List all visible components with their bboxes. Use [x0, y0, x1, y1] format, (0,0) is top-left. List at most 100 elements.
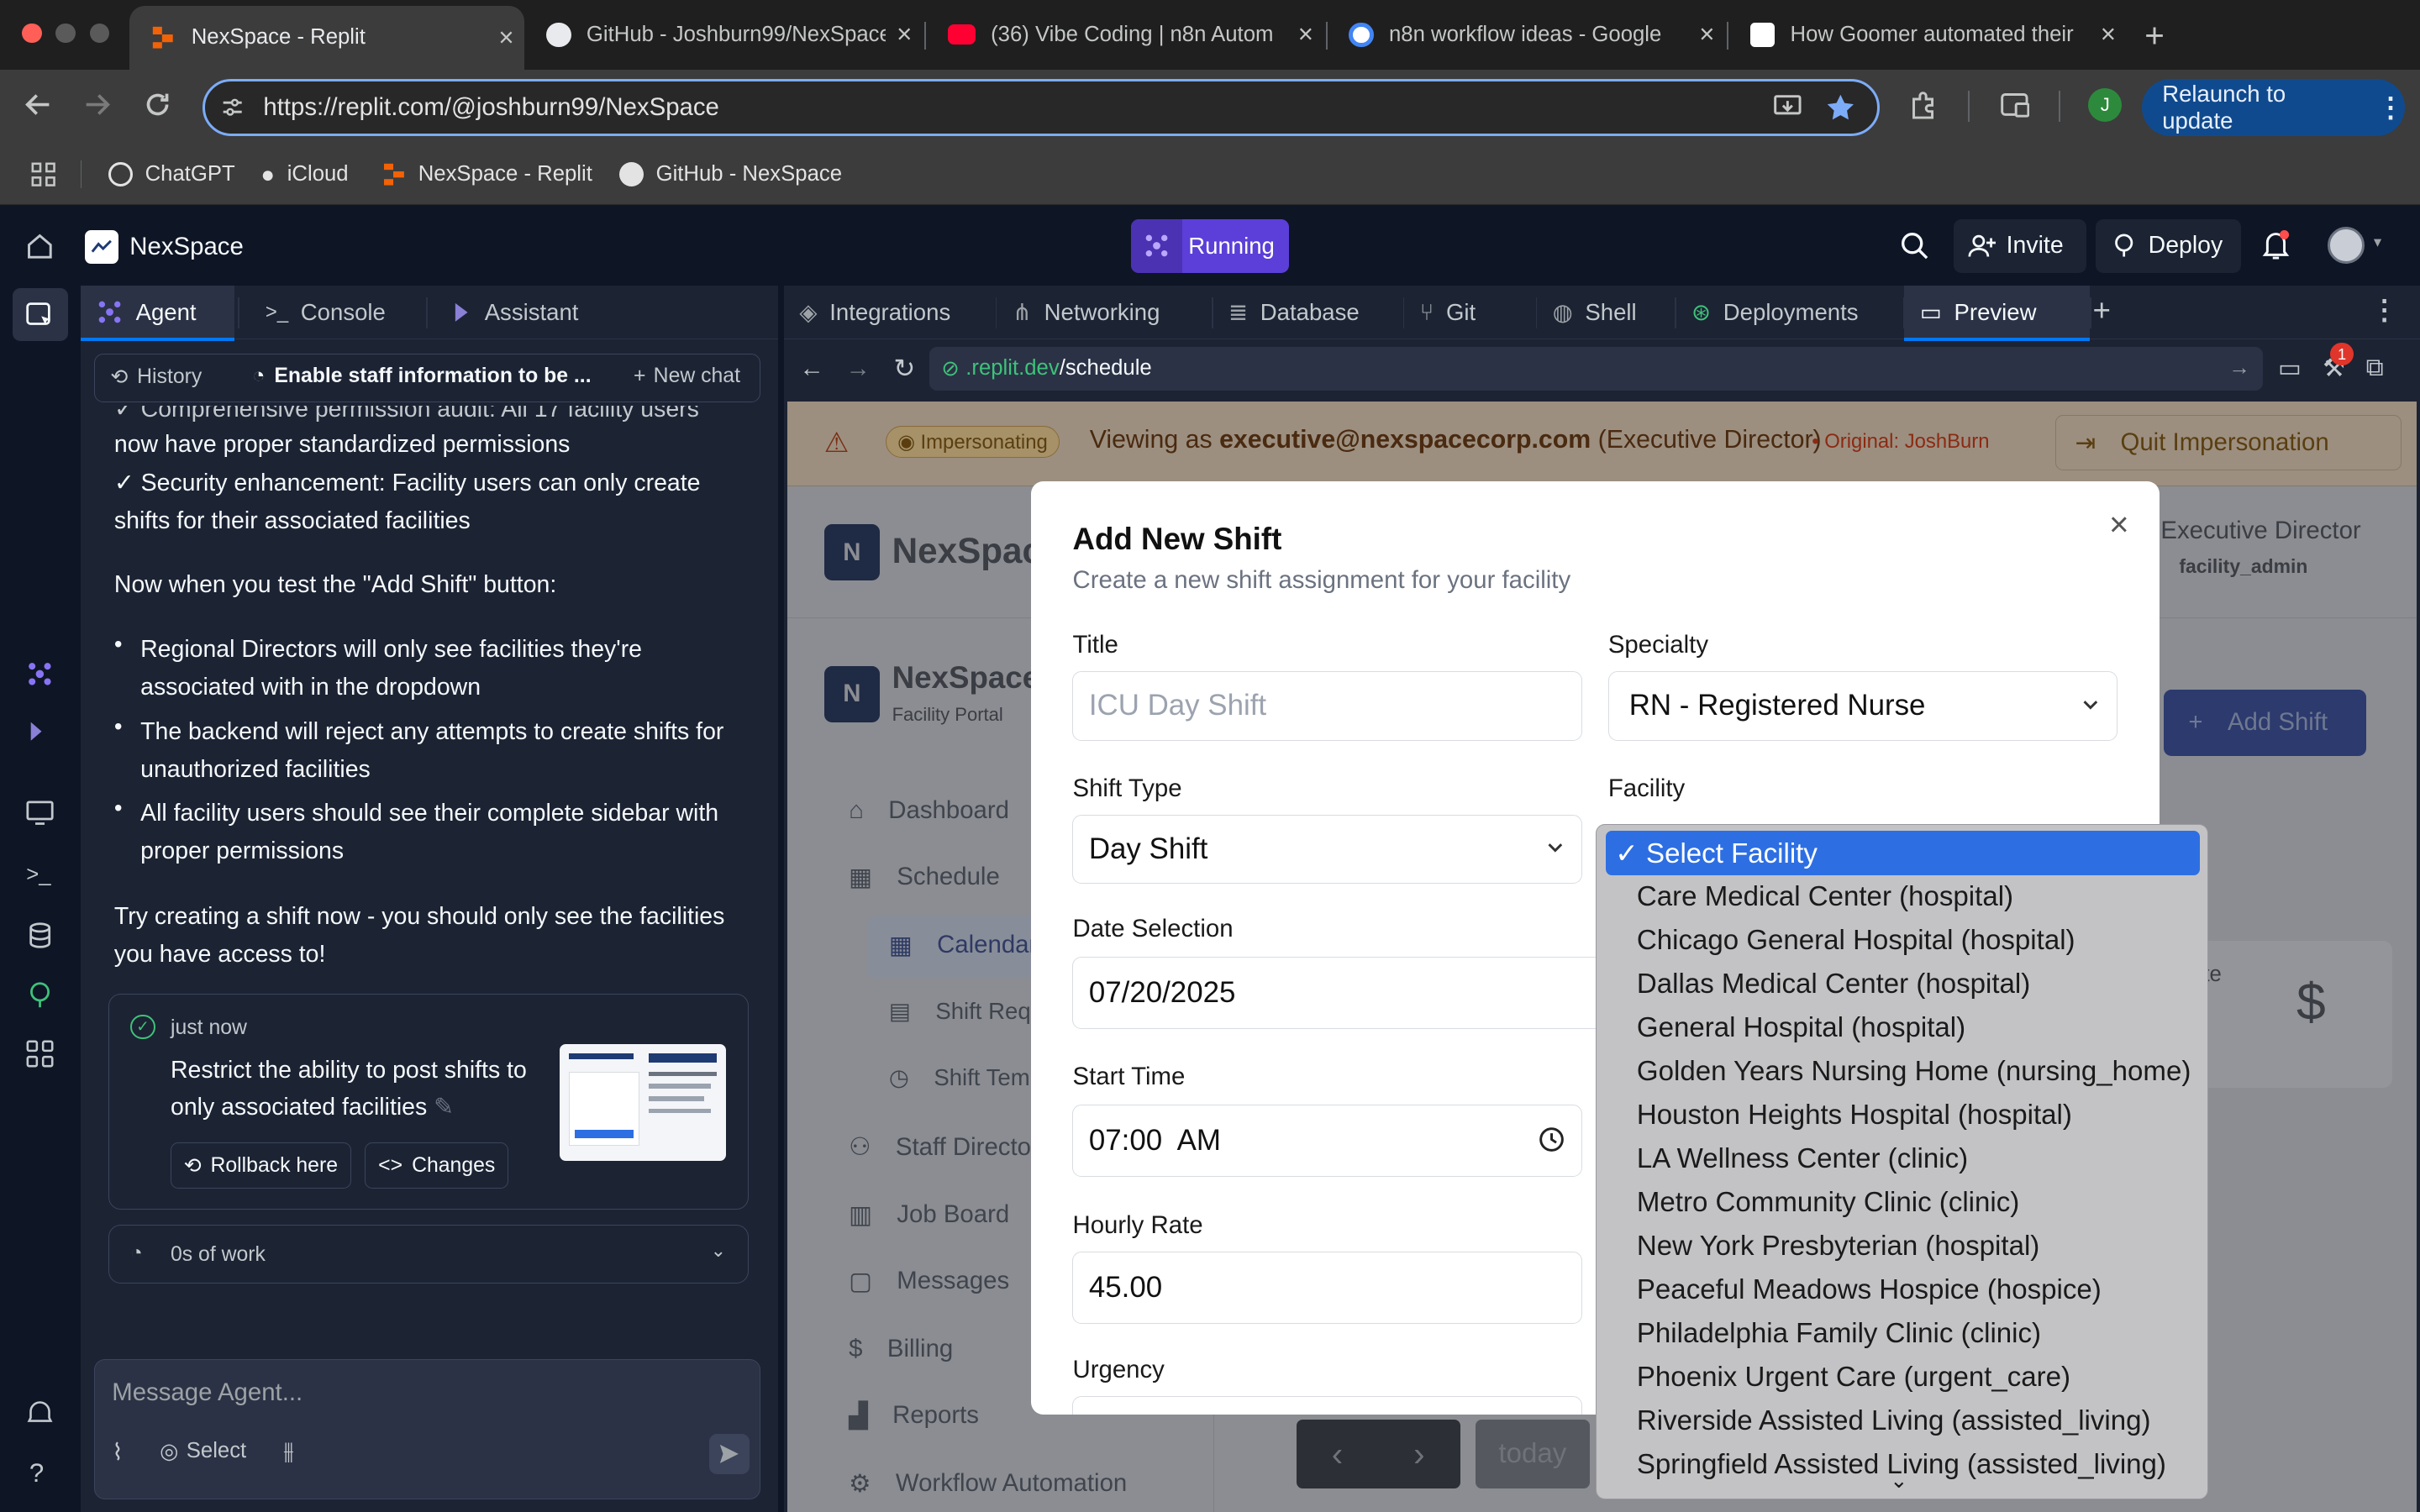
all-tools-grid-icon[interactable]	[26, 1040, 54, 1068]
database-icon[interactable]	[28, 921, 52, 949]
relaunch-button[interactable]: Relaunch to update ⋮	[2142, 78, 2405, 136]
bookmark-nexspace-replit[interactable]: NexSpace - Replit	[384, 144, 592, 205]
profile-avatar[interactable]: J	[2088, 87, 2123, 123]
sidebar-item-schedule[interactable]: ▦ Schedule	[849, 863, 1000, 892]
run-status-button[interactable]: Running	[1131, 218, 1289, 274]
current-chat-title[interactable]: ◔ Enable staff information to be ...	[252, 365, 591, 388]
sidebar-item-messages[interactable]: ▢ Messages	[849, 1267, 1009, 1296]
close-tab-icon[interactable]: ×	[1688, 19, 1725, 50]
tab-git[interactable]: ⑂ Git	[1404, 286, 1534, 339]
sidebar-item-billing[interactable]: $ Billing	[849, 1335, 953, 1363]
facility-option[interactable]: General Hospital (hospital)	[1637, 1006, 1965, 1049]
assistant-icon[interactable]	[28, 719, 52, 743]
tab-agent[interactable]: Agent	[80, 285, 235, 341]
rollback-button[interactable]: ⟲ Rollback here	[171, 1142, 351, 1189]
close-tab-icon[interactable]: ×	[2090, 19, 2127, 50]
sidebar-item-staff-directory[interactable]: ⚇ Staff Directory	[849, 1132, 1051, 1162]
preview-url-bar[interactable]: ⊘ .replit.dev /schedule →	[929, 347, 2263, 391]
add-shift-button[interactable]: + Add Shift	[2164, 689, 2366, 756]
reload-icon[interactable]	[140, 88, 174, 122]
open-arrow-icon[interactable]: →	[2228, 356, 2250, 381]
preview-reload-icon[interactable]: ↻	[893, 354, 915, 384]
tab-console[interactable]: >_ Console	[250, 286, 424, 339]
hourly-rate-input[interactable]: 45.00	[1072, 1251, 1582, 1324]
search-icon[interactable]	[1900, 231, 1929, 260]
pane-divider[interactable]	[777, 285, 785, 1512]
calendar-today-button[interactable]: today	[1475, 1419, 1590, 1489]
preview-icon[interactable]	[26, 801, 54, 826]
scroll-down-chevron-icon[interactable]: ⌄	[1890, 1468, 1908, 1494]
preview-back-icon[interactable]: ←	[799, 354, 823, 383]
new-chat-button[interactable]: + New chat	[634, 365, 740, 388]
attach-paperclip-icon[interactable]: ⌇	[112, 1439, 123, 1466]
facility-option[interactable]: New York Presbyterian (hospital)	[1637, 1225, 2039, 1268]
chevron-down-icon[interactable]: ▾	[2374, 233, 2381, 251]
facility-option-selected[interactable]: ✓ Select Facility	[1606, 831, 2201, 876]
quit-impersonation-button[interactable]: ⇥ Quit Impersonation	[2055, 415, 2402, 471]
facility-option[interactable]: Phoenix Urgent Care (urgent_care)	[1637, 1356, 2070, 1399]
preview-thumbnail[interactable]	[559, 1043, 727, 1162]
facility-option[interactable]: Metro Community Clinic (clinic)	[1637, 1181, 2019, 1224]
sidebar-item-dashboard[interactable]: ⌂ Dashboard	[849, 796, 1009, 825]
tab-shell[interactable]: ◍ Shell	[1537, 286, 1673, 339]
sidebar-item-calendar[interactable]: ▦ Calendar	[889, 931, 1037, 960]
preview-forward-icon[interactable]: →	[845, 354, 870, 383]
close-tab-icon[interactable]: ×	[487, 23, 524, 53]
forward-arrow-icon[interactable]	[81, 88, 114, 122]
help-icon[interactable]: ?	[29, 1458, 44, 1488]
bookmark-star-icon[interactable]	[1825, 92, 1856, 123]
urgency-select[interactable]	[1072, 1396, 1582, 1415]
tab-integrations[interactable]: ◈ Integrations	[784, 286, 994, 339]
bookmark-icloud[interactable]: ● iCloud	[260, 144, 348, 205]
bookmark-chatgpt[interactable]: ChatGPT	[108, 144, 235, 205]
side-panel-icon[interactable]	[1999, 90, 2030, 121]
files-panel-icon[interactable]	[24, 301, 55, 328]
close-window-button[interactable]	[21, 23, 42, 44]
open-new-window-icon[interactable]: ⧉	[2366, 354, 2384, 382]
bookmark-github-nexspace[interactable]: GitHub - NexSpace	[618, 144, 842, 205]
work-summary[interactable]: ◔ 0s of work ⌄	[108, 1225, 749, 1284]
back-arrow-icon[interactable]	[22, 88, 55, 122]
title-input[interactable]: ICU Day Shift	[1072, 670, 1582, 741]
extensions-icon[interactable]	[1909, 90, 1940, 121]
add-tab-icon[interactable]: +	[2093, 293, 2111, 328]
deploy-button[interactable]: Deploy	[2096, 218, 2241, 274]
sidebar-item-job-board[interactable]: ▥ Job Board	[849, 1200, 1009, 1230]
maximize-window-button[interactable]	[89, 23, 110, 44]
select-element-button[interactable]: ◎ Select	[160, 1439, 246, 1464]
close-tab-icon[interactable]: ×	[886, 19, 923, 50]
tab-database[interactable]: ≣ Database	[1213, 286, 1402, 339]
invite-button[interactable]: Invite	[1954, 218, 2087, 274]
calendar-next-icon[interactable]: ›	[1378, 1420, 1460, 1489]
close-icon[interactable]: ×	[2102, 505, 2136, 543]
start-time-input[interactable]: 07:00 AM	[1072, 1105, 1582, 1178]
new-tab-icon[interactable]: +	[2136, 16, 2173, 55]
deployments-icon[interactable]	[26, 981, 54, 1009]
more-vert-icon[interactable]: ⋮	[2377, 91, 2405, 124]
history-button[interactable]: ⟲ History	[110, 365, 202, 390]
alerts-icon[interactable]	[26, 1398, 54, 1425]
console-icon[interactable]: >_	[26, 863, 50, 887]
user-avatar[interactable]	[2327, 226, 2365, 265]
date-input[interactable]: 07/20/2025	[1072, 956, 1628, 1030]
browser-tab-replit[interactable]: NexSpace - Replit ×	[129, 6, 525, 70]
chevron-down-icon[interactable]: ⌄	[711, 1240, 726, 1262]
edit-pencil-icon[interactable]: ✎	[434, 1094, 454, 1121]
tab-preview[interactable]: ▭ Preview	[1904, 285, 2090, 341]
facility-option[interactable]: Peaceful Meadows Hospice (hospice)	[1637, 1268, 2102, 1311]
settings-sliders-icon[interactable]: ⫵	[283, 1437, 294, 1465]
facility-option[interactable]: Philadelphia Family Clinic (clinic)	[1637, 1312, 2041, 1355]
minimize-window-button[interactable]	[55, 23, 76, 44]
facility-option[interactable]: Chicago General Hospital (hospital)	[1637, 919, 2075, 962]
sidebar-item-reports[interactable]: ▟ Reports	[849, 1401, 979, 1431]
message-input[interactable]: Message Agent...	[112, 1378, 302, 1407]
facility-option[interactable]: Dallas Medical Center (hospital)	[1637, 963, 2030, 1005]
facility-option[interactable]: Houston Heights Hospital (hospital)	[1637, 1094, 2072, 1137]
notifications-bell-icon[interactable]	[2261, 229, 2291, 261]
home-icon[interactable]	[24, 231, 55, 262]
tab-assistant[interactable]: Assistant	[439, 286, 639, 339]
more-options-icon[interactable]: ⋮	[2370, 293, 2398, 327]
facility-option[interactable]: LA Wellness Center (clinic)	[1637, 1137, 1968, 1180]
facility-dropdown-list[interactable]: ✓ Select Facility Care Medical Center (h…	[1596, 823, 2209, 1500]
specialty-select[interactable]: RN - Registered Nurse	[1607, 670, 2118, 741]
